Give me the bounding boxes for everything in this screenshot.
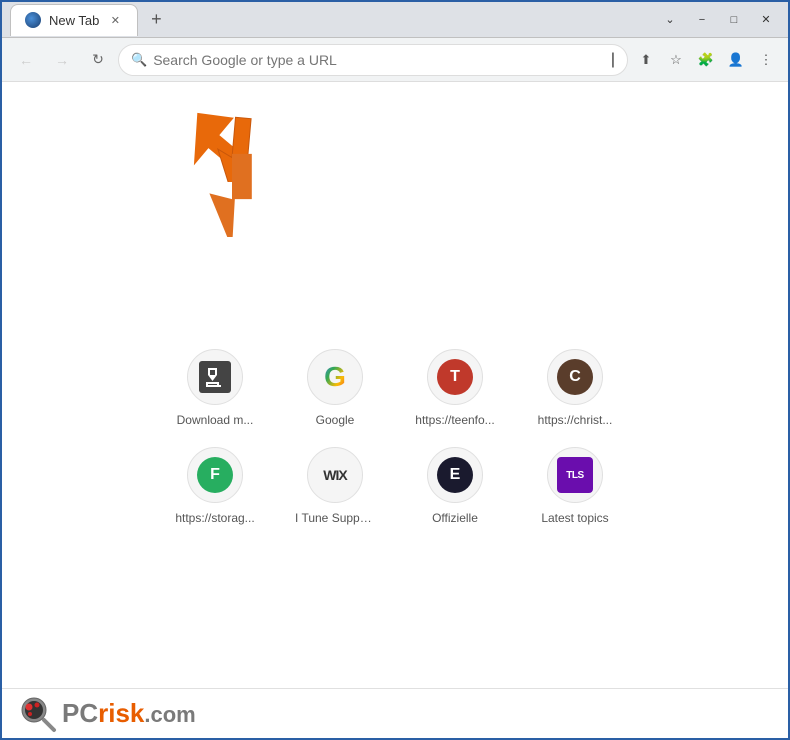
window-controls: ⌄ − □ ✕	[656, 6, 780, 34]
storage-icon: F	[197, 457, 233, 493]
shortcut-icon-storage: F	[187, 447, 243, 503]
chevron-down-icon[interactable]: ⌄	[656, 6, 684, 34]
com-text: .com	[144, 702, 195, 728]
shortcut-label-christ: https://christ...	[538, 413, 613, 427]
shortcut-icon-christ: C	[547, 349, 603, 405]
shortcut-google[interactable]: G Google	[290, 349, 380, 427]
shortcut-offizielle[interactable]: E Offizielle	[410, 447, 500, 525]
toolbar-actions: ⬆ ☆ 🧩 👤 ⋮	[632, 46, 780, 74]
shortcut-icon-tls: TLS	[547, 447, 603, 503]
tab-close-button[interactable]: ✕	[107, 12, 123, 28]
menu-icon[interactable]: ⋮	[752, 46, 780, 74]
page-content: Download m... G Google T https://teenfo.…	[2, 82, 788, 692]
shortcut-icon-offizielle: E	[427, 447, 483, 503]
reload-button[interactable]: ↻	[82, 44, 114, 76]
browser-tab[interactable]: New Tab ✕	[10, 4, 138, 36]
search-input[interactable]	[153, 52, 605, 68]
shortcut-label-download: Download m...	[177, 413, 254, 427]
titlebar: New Tab ✕ + ⌄ − □ ✕	[2, 2, 788, 38]
address-bar[interactable]: 🔍 |	[118, 44, 628, 76]
shortcut-christ[interactable]: C https://christ...	[530, 349, 620, 427]
shortcut-icon-download	[187, 349, 243, 405]
shortcut-label-itune: I Tune Suppo...	[295, 511, 375, 525]
maximize-button[interactable]: □	[720, 6, 748, 34]
close-button[interactable]: ✕	[752, 6, 780, 34]
christ-icon: C	[557, 359, 593, 395]
google-icon: G	[324, 361, 346, 393]
teenfo-icon: T	[437, 359, 473, 395]
cursor-icon: |	[611, 51, 615, 69]
offizielle-icon: E	[437, 457, 473, 493]
extensions-icon[interactable]: 🧩	[692, 46, 720, 74]
shortcut-icon-wix: WIX	[307, 447, 363, 503]
tab-title: New Tab	[49, 13, 99, 28]
shortcut-icon-teenfo: T	[427, 349, 483, 405]
download-icon	[199, 361, 231, 393]
download-arrow	[187, 147, 277, 242]
minimize-button[interactable]: −	[688, 6, 716, 34]
search-icon: 🔍	[131, 52, 147, 68]
forward-button[interactable]: →	[46, 44, 78, 76]
shortcut-storage[interactable]: F https://storag...	[170, 447, 260, 525]
risk-text: risk	[98, 698, 144, 729]
shortcut-label-teenfo: https://teenfo...	[415, 413, 494, 427]
pcrisk-text: PC risk .com	[62, 698, 196, 729]
share-icon[interactable]: ⬆	[632, 46, 660, 74]
shortcut-latest-topics[interactable]: TLS Latest topics	[530, 447, 620, 525]
shortcut-icon-google: G	[307, 349, 363, 405]
browser-toolbar: ← → ↻ 🔍 | ⬆ ☆ 🧩 👤 ⋮	[2, 38, 788, 82]
bookmark-icon[interactable]: ☆	[662, 46, 690, 74]
pcrisk-icon	[18, 694, 58, 734]
shortcut-label-google: Google	[316, 413, 355, 427]
shortcut-teenfo[interactable]: T https://teenfo...	[410, 349, 500, 427]
shortcut-label-storage: https://storag...	[175, 511, 254, 525]
pcrisk-logo: PC risk .com	[18, 694, 196, 734]
shortcut-label-offizielle: Offizielle	[432, 511, 478, 525]
shortcut-download-manager[interactable]: Download m...	[170, 349, 260, 427]
new-tab-button[interactable]: +	[142, 6, 170, 34]
shortcut-label-latest-topics: Latest topics	[541, 511, 608, 525]
profile-icon[interactable]: 👤	[722, 46, 750, 74]
bottom-bar: PC risk .com	[2, 688, 788, 738]
titlebar-left: New Tab ✕ +	[10, 4, 170, 36]
wix-icon: WIX	[323, 467, 346, 483]
back-button[interactable]: ←	[10, 44, 42, 76]
shortcut-itune[interactable]: WIX I Tune Suppo...	[290, 447, 380, 525]
tab-favicon	[25, 12, 41, 28]
tls-icon: TLS	[557, 457, 593, 493]
shortcuts-grid: Download m... G Google T https://teenfo.…	[170, 349, 620, 525]
pc-text: PC	[62, 698, 98, 729]
